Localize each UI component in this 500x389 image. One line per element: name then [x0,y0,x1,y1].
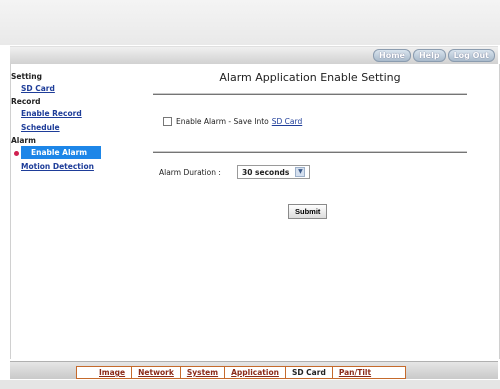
divider [153,93,467,96]
sd-card-link[interactable]: SD Card [272,117,302,126]
footer-band [0,380,500,389]
tab-application[interactable]: Application [225,366,286,379]
tab-network[interactable]: Network [132,366,181,379]
top-banner [0,0,500,45]
divider [153,151,467,154]
sidebar-item-enable-record[interactable]: Enable Record [11,106,131,120]
sidebar-section-alarm: Alarm [11,136,36,145]
sidebar: Setting SD Card Record Enable Record Sch… [11,70,131,173]
enable-alarm-checkbox[interactable] [163,117,172,126]
sidebar-item-schedule[interactable]: Schedule [11,120,131,134]
tab-system[interactable]: System [180,366,226,379]
alarm-duration-select[interactable]: 30 seconds ▼ [237,165,311,179]
sidebar-item-sd-card[interactable]: SD Card [11,81,131,95]
sidebar-item-motion-detection[interactable]: Motion Detection [11,159,131,173]
tab-sd-card[interactable]: SD Card [285,366,333,379]
sidebar-section-record: Record [11,97,41,106]
alarm-duration-row: Alarm Duration : 30 seconds ▼ [159,165,311,179]
enable-alarm-row: Enable Alarm - Save Into SD Card [163,117,302,126]
home-button[interactable]: Home [373,49,411,62]
submit-button[interactable]: Submit [288,204,328,219]
sidebar-section-setting: Setting [11,72,42,81]
bullet-icon [14,151,19,156]
header-buttons: Home Help Log Out [373,49,495,62]
page-title: Alarm Application Enable Setting [219,71,401,84]
enable-alarm-label: Enable Alarm - Save Into [176,117,269,126]
sidebar-item-enable-alarm[interactable]: Enable Alarm [21,146,101,159]
bottom-tabs: Image Network System Application SD Card… [76,366,407,379]
tab-image[interactable]: Image [76,366,133,379]
chevron-down-icon: ▼ [295,167,306,177]
logout-button[interactable]: Log Out [447,49,495,62]
tab-pan-tilt[interactable]: Pan/Tilt [332,366,407,379]
alarm-duration-label: Alarm Duration : [159,167,221,177]
alarm-duration-value: 30 seconds [242,167,290,177]
help-button[interactable]: Help [412,49,446,62]
sidebar-active-row: Enable Alarm [11,146,131,159]
header-bar: Home Help Log Out [10,46,498,66]
